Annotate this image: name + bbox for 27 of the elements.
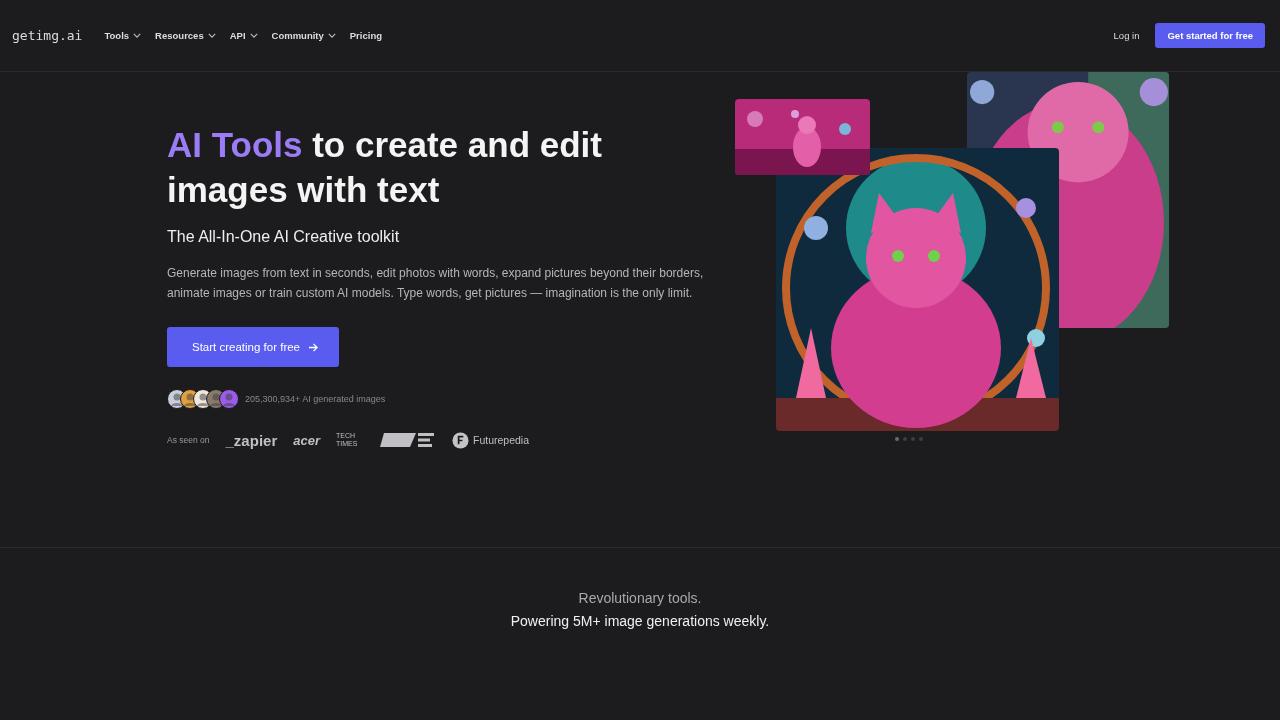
futurepedia-logo-icon — [452, 431, 469, 449]
section-kicker: Revolutionary tools. — [577, 590, 703, 606]
nav-link[interactable]: Tools — [104, 30, 142, 41]
carousel-dot[interactable] — [903, 437, 907, 441]
hero-description: Generate images from text in seconds, edit photos with words, expand pictures beyond their borders, animate images or train custom AI models. Type words, get pictures — imagination is the only limit. — [167, 265, 705, 302]
generated-count: 205,300,934+ AI generated images — [245, 394, 386, 404]
carousel-dot[interactable] — [919, 437, 923, 441]
nav-link[interactable]: Pricing — [349, 30, 382, 41]
get-started-button[interactable]: Get started for free — [1155, 23, 1265, 48]
nav-link[interactable]: API — [229, 30, 258, 41]
carousel-dot[interactable] — [911, 437, 915, 441]
press-logo: acer — [293, 432, 320, 448]
hero-title: AI Tools to create and edit images with text — [167, 124, 603, 211]
as-seen-on-label: As seen on — [167, 435, 210, 445]
nav-link[interactable]: Resources — [155, 30, 216, 41]
avatar-icon — [219, 389, 239, 409]
press-logo-icon — [380, 431, 436, 449]
site-logo[interactable]: getimg.ai — [12, 28, 83, 43]
nav-link[interactable]: Community — [271, 30, 336, 41]
arrow-right-icon — [308, 342, 320, 352]
press-logo: Futurepedia — [473, 434, 530, 446]
hero-subtitle: The All-In-One AI Creative toolkit — [167, 228, 401, 246]
section-headline: Powering 5M+ image generations weekly. — [509, 613, 771, 629]
login-link[interactable]: Log in — [1113, 30, 1140, 41]
carousel-dot[interactable] — [895, 437, 899, 441]
start-creating-button[interactable]: Start creating for free — [167, 327, 340, 367]
press-logo: _zapier — [225, 431, 278, 449]
